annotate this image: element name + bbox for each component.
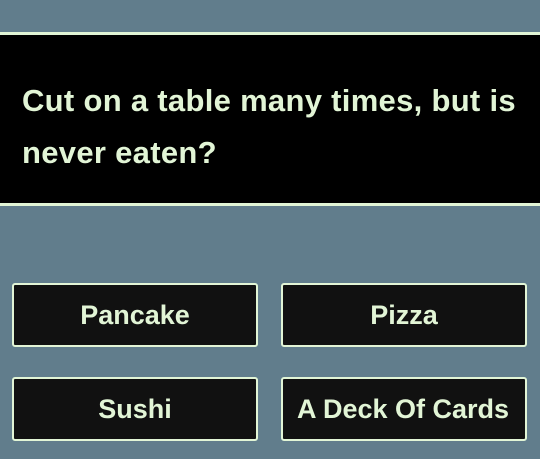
question-panel: Cut on a table many times, but is never … xyxy=(0,32,540,206)
question-text: Cut on a table many times, but is never … xyxy=(22,83,516,170)
answer-label: Pizza xyxy=(370,299,438,330)
answer-button-sushi[interactable]: Sushi xyxy=(12,377,258,441)
answer-button-pizza[interactable]: Pizza xyxy=(281,283,527,347)
answer-button-deck-of-cards[interactable]: A Deck Of Cards xyxy=(281,377,527,441)
answer-label: Sushi xyxy=(98,393,172,424)
answer-label: A Deck Of Cards xyxy=(296,393,510,424)
answer-button-pancake[interactable]: Pancake xyxy=(12,283,258,347)
answer-label: Pancake xyxy=(80,299,190,330)
